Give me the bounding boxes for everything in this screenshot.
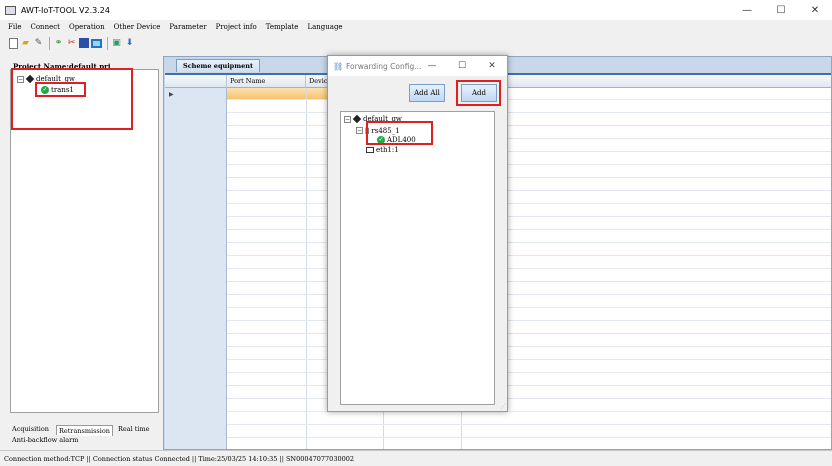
menu-operation[interactable]: Operation [69, 23, 105, 31]
grid-line [227, 294, 831, 295]
menu-language[interactable]: Language [307, 23, 342, 31]
dialog-close-button[interactable]: ✕ [477, 56, 507, 76]
new-file-icon[interactable] [9, 37, 18, 49]
grid-line [227, 125, 831, 126]
tab-anti-backflow-alarm[interactable]: Anti-backflow alarm [10, 435, 81, 445]
dialog-title: Forwarding Config... [346, 61, 422, 71]
grid-line [227, 177, 831, 178]
share-icon: ⛓ [333, 61, 344, 71]
grid-line [227, 281, 831, 282]
save-icon[interactable] [79, 38, 89, 48]
title-bar: AWT-IoT-TOOL V2.3.24 — ☐ ✕ [0, 0, 832, 20]
dialog-tree-node-eth1[interactable]: eth1:1 [366, 146, 399, 154]
maximize-button[interactable]: ☐ [764, 0, 798, 20]
disconnect-icon[interactable]: ✂ [66, 38, 77, 49]
menu-project-info[interactable]: Project info [216, 23, 257, 31]
grid-line [227, 216, 831, 217]
gateway-icon [352, 114, 362, 124]
window-controls: — ☐ ✕ [730, 0, 832, 20]
status-text: Connection method:TCP || Connection stat… [4, 454, 354, 463]
grid-line [227, 138, 831, 139]
grid-line [227, 424, 831, 425]
ethernet-icon [366, 147, 374, 153]
dialog-controls: — ☐ ✕ [417, 56, 507, 76]
toolbar-separator [107, 36, 108, 50]
edit-icon[interactable]: ✎ [33, 38, 44, 49]
highlight-box [456, 80, 501, 106]
collapse-icon[interactable]: − [356, 127, 363, 134]
open-folder-icon[interactable]: ▰ [20, 38, 31, 49]
highlight-box [366, 121, 433, 145]
menu-bar: File Connect Operation Other Device Para… [0, 20, 832, 34]
close-button[interactable]: ✕ [798, 0, 832, 20]
menu-connect[interactable]: Connect [30, 23, 59, 31]
collapse-icon[interactable]: − [344, 115, 351, 123]
grid-line [227, 190, 831, 191]
grid-line [227, 99, 831, 100]
minimize-button[interactable]: — [730, 0, 764, 20]
toolbar-separator [49, 36, 50, 50]
forwarding-device-tree: − default_gw − ▮ rs485_1 ✓ ADL400 eth1:1 [340, 111, 495, 405]
grid-line [227, 164, 831, 165]
menu-other-device[interactable]: Other Device [114, 23, 161, 31]
highlight-box [11, 68, 133, 130]
grid-line [227, 359, 831, 360]
monitor-icon[interactable] [91, 38, 102, 48]
grid-corner [165, 75, 227, 88]
grid-line [227, 229, 831, 230]
grid-line [227, 320, 831, 321]
grid-line [227, 242, 831, 243]
current-row-indicator-icon: ▶ [169, 91, 174, 98]
download-icon[interactable]: ⬇ [124, 38, 135, 49]
dialog-tree-node-eth1-label: eth1:1 [376, 146, 399, 154]
toolbar: ▰ ✎ ⚭ ✂ ▣ ⬇ [0, 34, 832, 52]
status-bar: Connection method:TCP || Connection stat… [0, 450, 832, 466]
dialog-maximize-button[interactable]: ☐ [447, 56, 477, 76]
dialog-title-bar: ⛓ Forwarding Config... — ☐ ✕ [328, 56, 507, 76]
app-icon [5, 5, 16, 15]
add-all-button[interactable]: Add All [409, 84, 445, 102]
menu-parameter[interactable]: Parameter [169, 23, 206, 31]
grid-line [227, 372, 831, 373]
left-panel-tabs: Acquisition Retransmission Real time Ant… [8, 424, 161, 448]
grid-line [227, 268, 831, 269]
grid-line [227, 203, 831, 204]
project-panel: Project Name:default pri − default_gw ✓ … [8, 58, 161, 434]
row-header-column [165, 88, 227, 449]
grid-line [227, 411, 831, 412]
tab-scheme-equipment[interactable]: Scheme equipment [176, 59, 260, 72]
grid-line [227, 398, 831, 399]
grid-line [227, 385, 831, 386]
grid-line [227, 112, 831, 113]
export-icon[interactable]: ▣ [111, 38, 122, 49]
forwarding-config-dialog: ⛓ Forwarding Config... — ☐ ✕ Add All Add… [327, 55, 508, 412]
highlight-box [35, 82, 86, 97]
grid-line [227, 151, 831, 152]
tab-acquisition[interactable]: Acquisition [10, 424, 51, 434]
grid-line [227, 437, 831, 438]
window-title: AWT-IoT-TOOL V2.3.24 [21, 5, 110, 15]
column-header-port-name[interactable]: Port Name [227, 75, 306, 88]
grid-line [227, 333, 831, 334]
grid-line [227, 307, 831, 308]
grid-line [227, 346, 831, 347]
grid-line [227, 255, 831, 256]
dialog-minimize-button[interactable]: — [417, 56, 447, 76]
menu-template[interactable]: Template [266, 23, 299, 31]
tab-real-time[interactable]: Real time [116, 424, 152, 434]
connect-icon[interactable]: ⚭ [53, 38, 64, 49]
menu-file[interactable]: File [8, 23, 21, 31]
resize-grip-icon[interactable]: ⋰ [500, 403, 506, 410]
